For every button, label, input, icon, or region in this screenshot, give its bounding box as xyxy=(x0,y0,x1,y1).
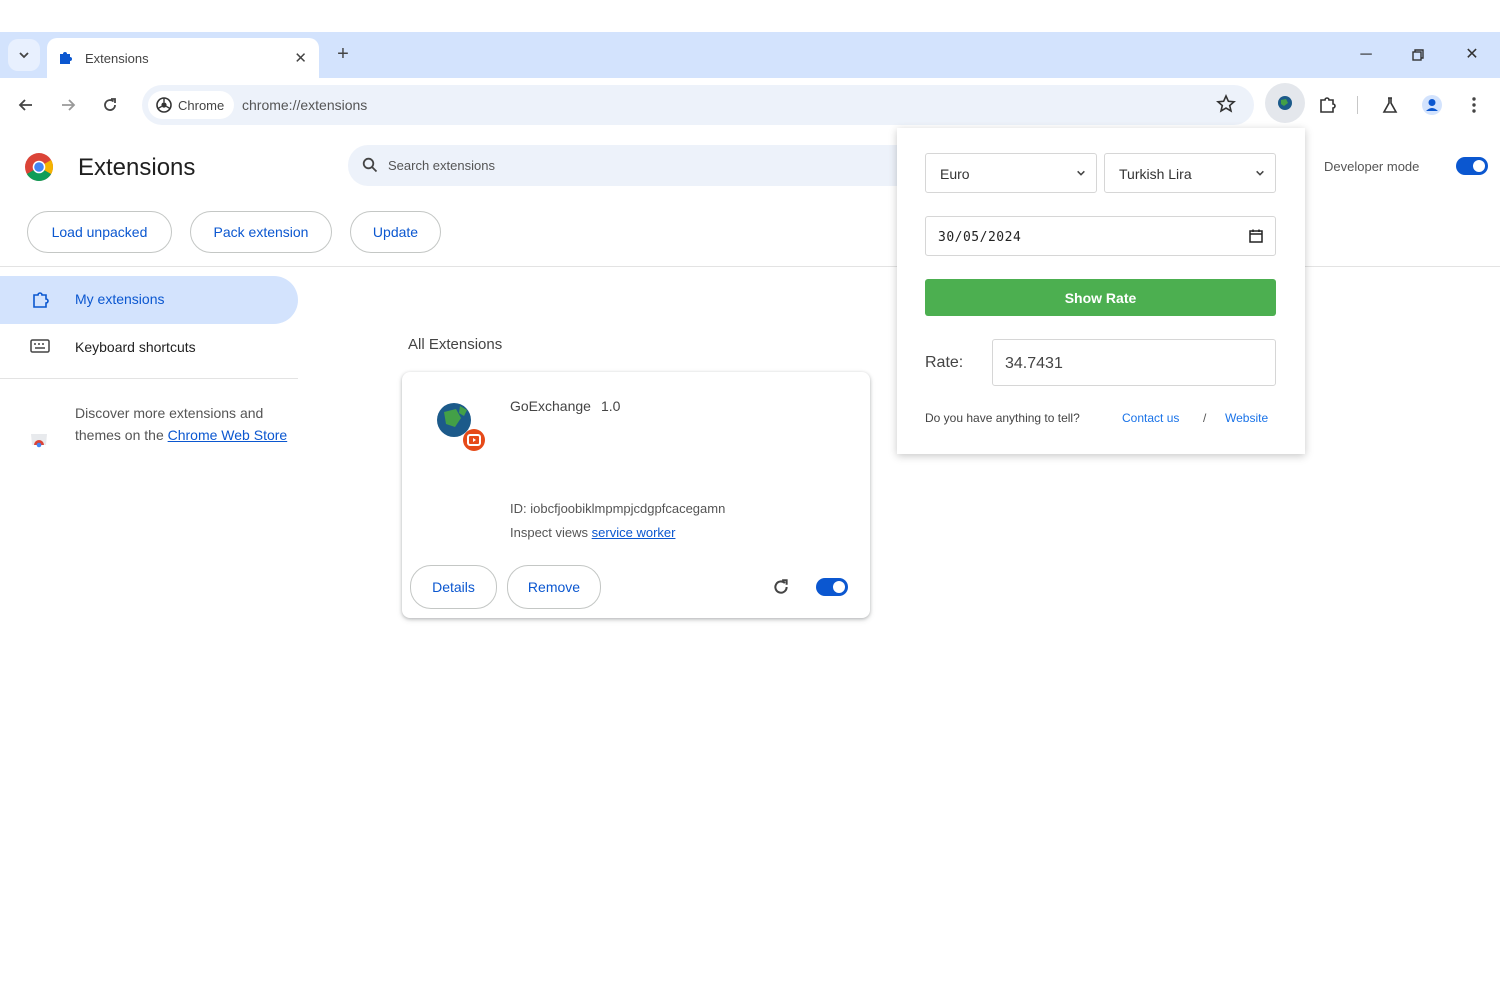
chevron-down-icon xyxy=(19,52,29,59)
to-currency-value: Turkish Lira xyxy=(1119,166,1192,182)
extension-name: GoExchange xyxy=(510,398,591,414)
restore-button[interactable] xyxy=(1403,42,1433,68)
developer-mode-toggle[interactable] xyxy=(1456,157,1488,175)
keyboard-icon xyxy=(30,339,50,353)
reload-button[interactable] xyxy=(97,92,123,118)
search-icon xyxy=(362,157,378,173)
chrome-web-store-link[interactable]: Chrome Web Store xyxy=(168,427,288,443)
profile-button[interactable] xyxy=(1419,92,1445,118)
new-tab-button[interactable]: + xyxy=(332,44,354,66)
more-vert-icon xyxy=(1472,97,1476,113)
extension-title: GoExchange 1.0 xyxy=(510,398,620,414)
tab-search-button[interactable] xyxy=(8,39,40,71)
tab-close-icon[interactable]: ✕ xyxy=(294,49,307,67)
minimize-button[interactable]: ─ xyxy=(1351,42,1381,68)
rate-output: 34.7431 xyxy=(992,339,1276,386)
show-rate-button[interactable]: Show Rate xyxy=(925,279,1276,316)
sidebar-item-label: Keyboard shortcuts xyxy=(75,339,196,355)
feedback-question: Do you have anything to tell? xyxy=(925,411,1080,425)
section-title: All Extensions xyxy=(408,336,503,353)
load-unpacked-button[interactable]: Load unpacked xyxy=(27,211,172,253)
extension-card: GoExchange 1.0 ID: iobcfjoobiklmpmpjcdgpf… xyxy=(402,372,870,618)
sidebar-divider xyxy=(0,378,298,379)
tab-title: Extensions xyxy=(85,51,149,66)
bookmark-star-icon[interactable] xyxy=(1216,94,1236,114)
website-link[interactable]: Website xyxy=(1225,411,1268,425)
update-button[interactable]: Update xyxy=(350,211,441,253)
remove-button[interactable]: Remove xyxy=(507,565,601,609)
chevron-down-icon xyxy=(1077,170,1085,176)
site-chip-label: Chrome xyxy=(178,97,225,113)
sidebar-item-my-extensions[interactable]: My extensions xyxy=(0,276,298,324)
back-button[interactable] xyxy=(13,92,39,118)
arrow-right-icon xyxy=(62,99,76,111)
calendar-icon[interactable] xyxy=(1249,229,1263,243)
close-window-button[interactable]: ✕ xyxy=(1457,42,1487,68)
extension-version: 1.0 xyxy=(600,398,621,414)
tab-extensions[interactable]: Extensions ✕ xyxy=(47,38,319,78)
reload-icon xyxy=(104,98,116,111)
labs-button[interactable] xyxy=(1377,92,1403,118)
restore-icon xyxy=(1412,49,1424,61)
extension-id: ID: iobcfjoobiklmpmpjcdgpfcacegamn xyxy=(510,501,726,516)
tab-strip: Extensions ✕ + ─ ✕ xyxy=(0,32,1500,78)
extension-enabled-toggle[interactable] xyxy=(816,578,848,596)
chrome-web-store-icon xyxy=(31,434,47,448)
sidebar-item-keyboard-shortcuts[interactable]: Keyboard shortcuts xyxy=(0,324,298,370)
service-worker-link[interactable]: service worker xyxy=(592,525,676,540)
extensions-menu-button[interactable] xyxy=(1314,92,1340,118)
goexchange-logo-icon xyxy=(437,403,485,451)
search-input[interactable]: Search extensions xyxy=(348,145,948,186)
inspect-views: Inspect views service worker xyxy=(510,525,675,540)
details-button[interactable]: Details xyxy=(410,565,497,609)
rate-value: 34.7431 xyxy=(1005,355,1063,372)
arrow-left-icon xyxy=(18,99,32,111)
site-chip[interactable]: Chrome xyxy=(148,91,235,119)
url-text[interactable]: chrome://extensions xyxy=(242,97,367,113)
developer-mode-label: Developer mode xyxy=(1324,159,1420,174)
address-bar[interactable]: Chrome chrome://extensions xyxy=(142,85,1254,125)
date-input[interactable]: 30/05/2024 xyxy=(925,216,1276,256)
contact-us-link[interactable]: Contact us xyxy=(1122,411,1179,425)
avatar-icon xyxy=(1422,95,1442,115)
page-title: Extensions xyxy=(78,154,196,181)
chevron-down-icon xyxy=(1256,170,1264,176)
puzzle-outline-icon xyxy=(1320,97,1336,113)
browser-toolbar: Chrome chrome://extensions xyxy=(0,78,1500,132)
chrome-logo-icon xyxy=(25,153,53,181)
chrome-logo-icon xyxy=(156,97,172,113)
from-currency-value: Euro xyxy=(940,166,970,182)
forward-button[interactable] xyxy=(55,92,81,118)
chrome-menu-button[interactable] xyxy=(1461,92,1487,118)
puzzle-icon xyxy=(60,52,72,64)
search-placeholder: Search extensions xyxy=(388,158,495,173)
sidebar-item-label: My extensions xyxy=(75,291,165,307)
rate-label: Rate: xyxy=(925,354,964,371)
goexchange-extension-button[interactable] xyxy=(1265,83,1305,123)
puzzle-outline-icon xyxy=(33,292,49,308)
date-value: 30/05/2024 xyxy=(938,230,1022,245)
inspect-label: Inspect views xyxy=(510,525,592,540)
from-currency-select[interactable]: Euro xyxy=(925,153,1097,193)
toolbar-separator xyxy=(1357,96,1358,114)
reload-icon[interactable] xyxy=(772,578,790,596)
discover-more-text: Discover more extensions and themes on t… xyxy=(75,402,290,446)
pack-extension-button[interactable]: Pack extension xyxy=(190,211,332,253)
goexchange-popup: Euro Turkish Lira 30/05/2024 Show Rate R… xyxy=(897,128,1305,454)
globe-icon xyxy=(1278,96,1292,110)
to-currency-select[interactable]: Turkish Lira xyxy=(1104,153,1276,193)
flask-icon xyxy=(1382,97,1398,113)
link-separator: / xyxy=(1203,411,1207,425)
